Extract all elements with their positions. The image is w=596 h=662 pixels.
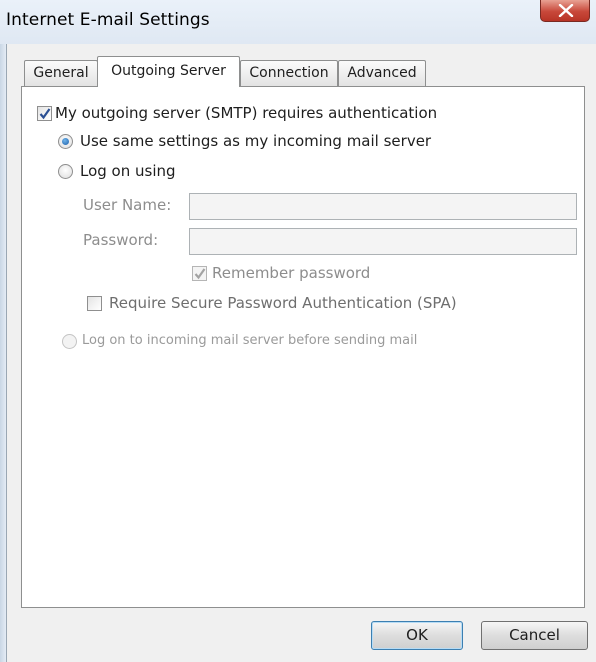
checkmark-icon	[39, 108, 51, 120]
checkmark-icon	[194, 268, 206, 280]
internet-email-settings-dialog: Internet E-mail Settings General Outgoin…	[0, 0, 596, 662]
radio-selected-dot	[62, 138, 69, 145]
remember-password-checkbox[interactable]	[192, 266, 207, 281]
requires-auth-label[interactable]: My outgoing server (SMTP) requires authe…	[55, 104, 437, 122]
require-spa-checkbox[interactable]	[87, 296, 102, 311]
log-on-incoming-radio[interactable]	[62, 334, 77, 349]
requires-auth-checkbox[interactable]	[37, 106, 52, 121]
require-spa-label[interactable]: Require Secure Password Authentication (…	[109, 294, 457, 312]
log-on-using-radio[interactable]	[58, 164, 73, 179]
use-same-settings-radio[interactable]	[58, 134, 73, 149]
password-field[interactable]	[189, 228, 577, 255]
remember-password-label[interactable]: Remember password	[212, 264, 370, 282]
user-name-field[interactable]	[189, 193, 577, 220]
use-same-settings-label[interactable]: Use same settings as my incoming mail se…	[80, 132, 431, 150]
panel-content: My outgoing server (SMTP) requires authe…	[0, 0, 596, 662]
log-on-using-label[interactable]: Log on using	[80, 162, 176, 180]
log-on-incoming-label[interactable]: Log on to incoming mail server before se…	[82, 333, 417, 348]
user-name-label: User Name:	[83, 196, 172, 214]
password-label: Password:	[83, 231, 159, 249]
